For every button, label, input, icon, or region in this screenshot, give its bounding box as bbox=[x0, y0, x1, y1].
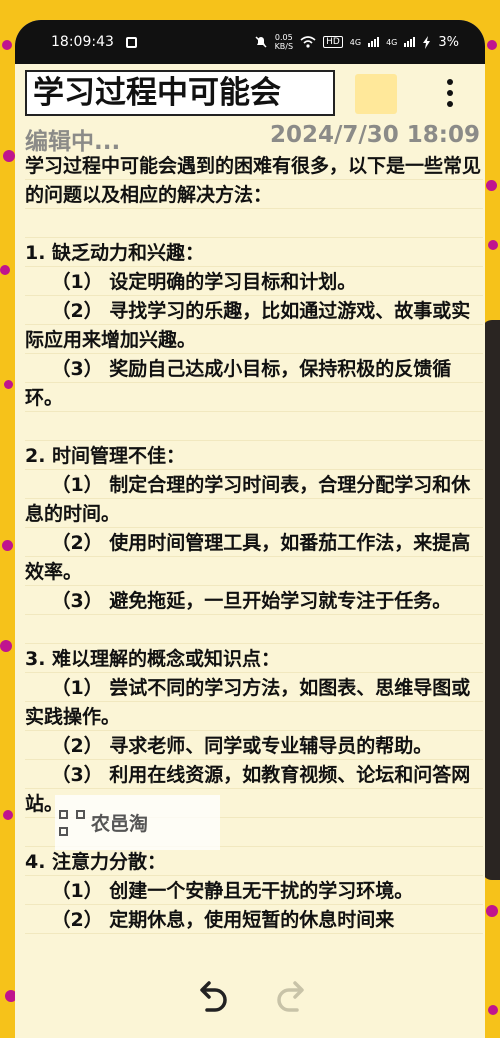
decor-dot bbox=[488, 1005, 498, 1015]
decor-dot bbox=[486, 905, 498, 917]
decor-dot bbox=[0, 265, 10, 275]
decor-dot bbox=[3, 810, 13, 820]
charging-icon bbox=[423, 35, 431, 49]
phone-screen: 18:09:43 0.05 KB/S HD 4G 4G 3% 学习过程中可能会 … bbox=[15, 20, 485, 1038]
signal-2-icon bbox=[404, 37, 416, 47]
decor-dot bbox=[2, 40, 12, 50]
decor-dot bbox=[486, 180, 497, 191]
status-icons: 0.05 KB/S HD 4G 4G 3% bbox=[254, 33, 459, 51]
decor-dot bbox=[488, 240, 498, 250]
undo-icon[interactable] bbox=[193, 976, 233, 1016]
hd-badge: HD bbox=[323, 36, 343, 48]
decor-dot bbox=[4, 380, 13, 389]
decor-dot bbox=[3, 150, 15, 162]
signal-2-label: 4G bbox=[386, 37, 398, 47]
network-speed: 0.05 KB/S bbox=[275, 33, 294, 51]
signal-1-icon bbox=[368, 37, 380, 47]
watermark-text: 农邑淘 bbox=[91, 813, 149, 835]
battery-level: 3% bbox=[438, 34, 459, 50]
status-bar: 18:09:43 0.05 KB/S HD 4G 4G 3% bbox=[15, 20, 485, 64]
wifi-icon bbox=[300, 36, 316, 48]
title-input[interactable]: 学习过程中可能会 bbox=[25, 70, 335, 116]
network-speed-unit: KB/S bbox=[274, 42, 294, 51]
more-vertical-icon[interactable] bbox=[443, 76, 457, 112]
calendar-icon bbox=[125, 36, 137, 48]
redo-icon[interactable] bbox=[271, 976, 311, 1016]
network-speed-value: 0.05 bbox=[274, 33, 293, 42]
edit-status: 编辑中... bbox=[25, 129, 121, 155]
note-header: 学习过程中可能会 bbox=[15, 64, 485, 126]
decor-dot bbox=[0, 640, 12, 652]
signal-1-label: 4G bbox=[349, 37, 362, 47]
decor-dot bbox=[2, 540, 13, 551]
bell-muted-icon bbox=[255, 36, 267, 48]
status-time: 18:09:43 bbox=[51, 34, 114, 50]
bottom-toolbar bbox=[15, 960, 485, 1038]
decor-dot bbox=[487, 40, 497, 50]
note-color-button[interactable] bbox=[355, 74, 397, 114]
note-meta: 编辑中... 2024/7/30 18:09 bbox=[25, 122, 480, 155]
qr-code-icon bbox=[59, 809, 85, 836]
note-timestamp: 2024/7/30 18:09 bbox=[269, 122, 480, 148]
watermark: 农邑淘 bbox=[55, 795, 220, 850]
